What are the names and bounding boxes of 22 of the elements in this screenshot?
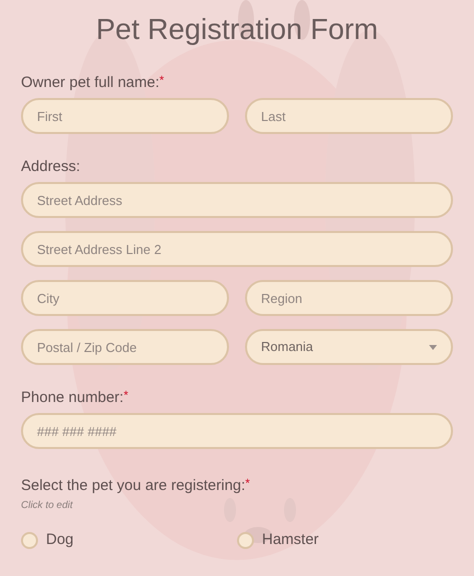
caret-icon — [429, 344, 437, 350]
input-field[interactable]: Region — [245, 280, 453, 316]
field-label: Address: — [21, 158, 80, 176]
input-field[interactable]: ### ### #### — [21, 413, 453, 449]
required-asterisk: * — [124, 389, 128, 401]
input-field[interactable]: Last — [245, 98, 453, 134]
radio-label: Dog — [46, 530, 74, 550]
required-asterisk: * — [159, 74, 164, 86]
input-field[interactable]: Street Address Line 2 — [21, 231, 453, 267]
input-field[interactable]: City — [21, 280, 229, 316]
hint-text: Click to edit — [21, 499, 74, 513]
field-label: Select the pet you are registering: — [21, 477, 246, 495]
radio-label: Hamster — [262, 530, 319, 550]
form-title: Pet Registration Form — [94, 13, 380, 48]
radio-button[interactable] — [21, 532, 38, 549]
required-asterisk: * — [245, 477, 250, 489]
field-label: Phone number: — [21, 389, 124, 407]
input-field[interactable]: Street Address — [21, 182, 453, 218]
country-select[interactable]: Romania — [245, 329, 453, 365]
input-field[interactable]: First — [21, 98, 229, 134]
field-label: Owner pet full name: — [21, 74, 160, 92]
input-field[interactable]: Postal / Zip Code — [21, 329, 229, 365]
